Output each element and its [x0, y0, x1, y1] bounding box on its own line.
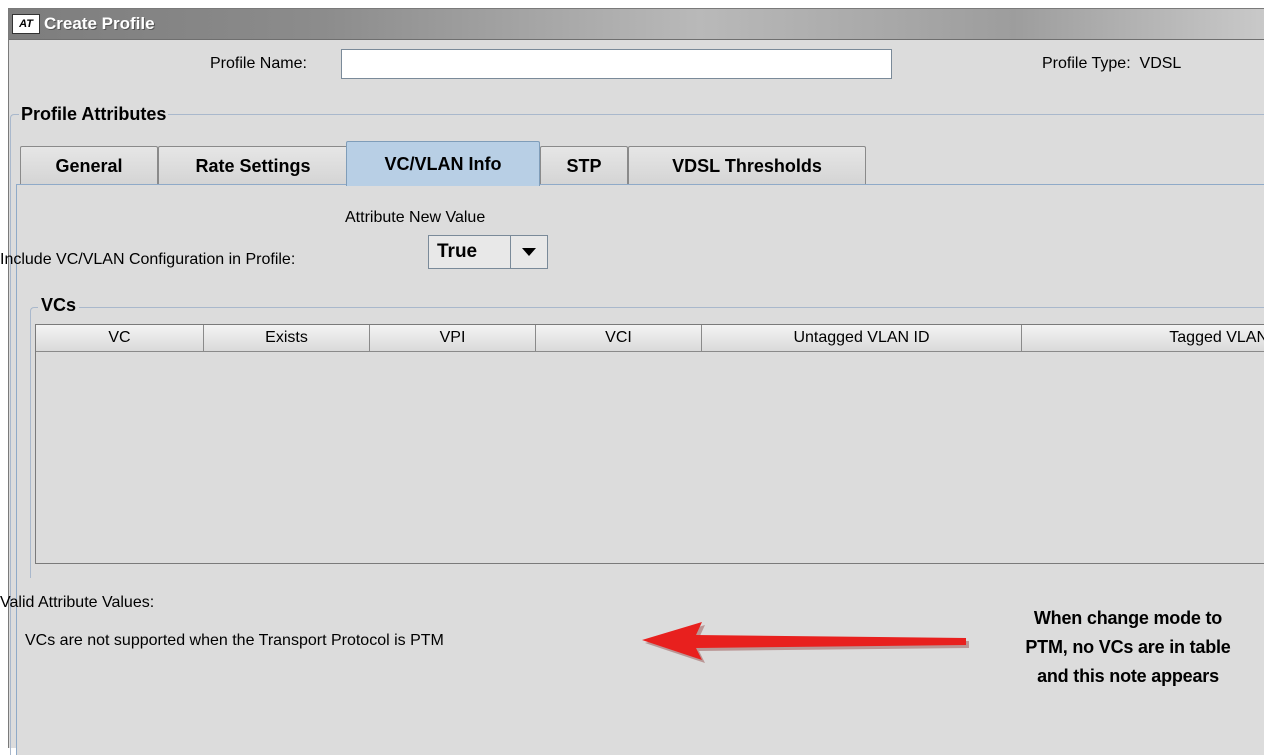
column-header-vci[interactable]: VCI [536, 325, 702, 352]
tab-vc-vlan-info-label: VC/VLAN Info [384, 153, 502, 174]
vcs-table[interactable]: VC Exists VPI VCI Untagged VLAN ID Tagge… [35, 324, 1264, 564]
column-header-vc[interactable]: VC [36, 325, 204, 352]
column-header-exists[interactable]: Exists [204, 325, 370, 352]
red-arrow-annotation [642, 622, 969, 663]
profile-type-value: VDSL [1139, 55, 1182, 72]
dropdown-arrow-button[interactable] [510, 236, 547, 268]
valid-attribute-values-label: Valid Attribute Values: [0, 594, 155, 611]
annotation-line-2: PTM, no VCs are in table [1025, 637, 1231, 657]
annotation-callout: When change mode to PTM, no VCs are in t… [995, 604, 1261, 691]
attribute-new-value-header: Attribute New Value [345, 209, 486, 226]
include-vc-vlan-label: Include VC/VLAN Configuration in Profile… [0, 251, 296, 268]
chevron-down-icon [522, 248, 536, 256]
profile-type-label-text: Profile Type: [1042, 55, 1131, 72]
tab-rate-settings[interactable]: Rate Settings [158, 146, 348, 185]
profile-name-label: Profile Name: [210, 55, 307, 72]
valid-attribute-values-note: VCs are not supported when the Transport… [25, 632, 444, 649]
tab-general-label: General [55, 155, 123, 176]
app-logo-icon: AT [12, 14, 40, 34]
column-header-untagged-vlan-id[interactable]: Untagged VLAN ID [702, 325, 1022, 352]
column-header-tagged-vlan[interactable]: Tagged VLAN [1022, 325, 1264, 352]
title-bar[interactable]: AT Create Profile [9, 9, 1264, 40]
tab-stp[interactable]: STP [540, 146, 628, 185]
window-title: Create Profile [44, 14, 155, 33]
tab-vc-vlan-info[interactable]: VC/VLAN Info [346, 141, 540, 186]
tab-stp-label: STP [566, 155, 602, 176]
tab-vdsl-thresholds[interactable]: VDSL Thresholds [628, 146, 866, 185]
include-vc-vlan-value: True [437, 241, 478, 262]
tab-vdsl-thresholds-label: VDSL Thresholds [672, 155, 822, 176]
tab-rate-settings-label: Rate Settings [195, 155, 311, 176]
include-vc-vlan-select[interactable]: True [428, 235, 548, 269]
profile-type-label: Profile Type: VDSL [1042, 55, 1181, 73]
column-header-vpi[interactable]: VPI [370, 325, 536, 352]
annotation-line-3: and this note appears [1037, 666, 1219, 686]
vcs-title: VCs [38, 295, 80, 316]
profile-attributes-title: Profile Attributes [19, 104, 169, 125]
profile-name-input[interactable] [341, 49, 892, 79]
tab-general[interactable]: General [20, 146, 158, 185]
annotation-line-1: When change mode to [1033, 608, 1223, 628]
